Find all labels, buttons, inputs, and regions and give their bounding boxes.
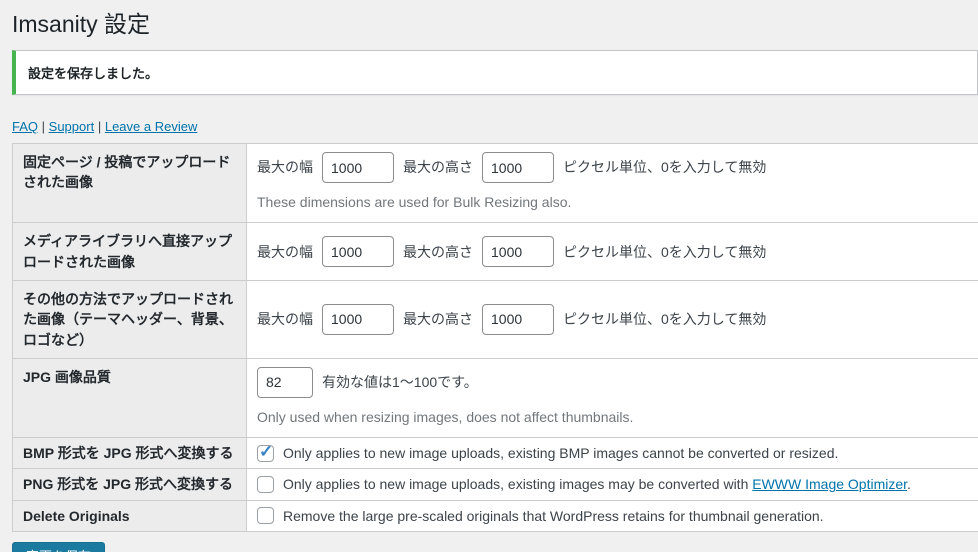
table-row-delete-originals: Delete Originals Remove the large pre-sc… — [13, 500, 978, 531]
row-description: These dimensions are used for Bulk Resiz… — [257, 192, 968, 212]
setting-label-jpg-quality: JPG 画像品質 — [13, 358, 247, 437]
max-width-label: 最大の幅 — [257, 157, 313, 177]
delete-originals-text: Remove the large pre-scaled originals th… — [283, 506, 824, 526]
max-height-label: 最大の高さ — [403, 242, 473, 262]
library-max-width-input[interactable] — [322, 236, 394, 267]
dimension-controls: 最大の幅 最大の高さ ピクセル単位、0を入力して無効 — [257, 152, 968, 183]
setting-label-page-post-uploads: 固定ページ / 投稿でアップロードされた画像 — [13, 144, 247, 223]
max-width-label: 最大の幅 — [257, 242, 313, 262]
bmp-to-jpg-option: Only applies to new image uploads, exist… — [257, 443, 968, 463]
jpg-quality-input[interactable] — [257, 367, 313, 398]
table-row-page-post-uploads: 固定ページ / 投稿でアップロードされた画像 最大の幅 最大の高さ ピクセル単位… — [13, 144, 978, 223]
png-to-jpg-checkbox[interactable] — [257, 476, 274, 493]
link-separator: | — [42, 119, 45, 134]
setting-label-other-uploads: その他の方法でアップロードされた画像（テーマヘッダー、背景、ロゴなど） — [13, 280, 247, 358]
png-text-before-link: Only applies to new image uploads, exist… — [283, 476, 752, 492]
bmp-to-jpg-text: Only applies to new image uploads, exist… — [283, 443, 838, 463]
table-row-other-uploads: その他の方法でアップロードされた画像（テーマヘッダー、背景、ロゴなど） 最大の幅… — [13, 280, 978, 358]
library-max-height-input[interactable] — [482, 236, 554, 267]
save-changes-button[interactable]: 変更を保存 — [12, 542, 105, 552]
row-description: Only used when resizing images, does not… — [257, 407, 968, 427]
setting-label-delete-originals: Delete Originals — [13, 500, 247, 531]
png-text-after-link: . — [907, 476, 911, 492]
page-post-max-width-input[interactable] — [322, 152, 394, 183]
settings-page: Imsanity 設定 設定を保存しました。 FAQ | Support | L… — [0, 0, 978, 552]
max-height-label: 最大の高さ — [403, 309, 473, 329]
setting-label-media-library-uploads: メディアライブラリへ直接アップロードされた画像 — [13, 223, 247, 281]
success-notice-message: 設定を保存しました。 — [28, 61, 965, 84]
quality-controls: 有効な値は1〜100です。 — [257, 367, 968, 398]
max-width-label: 最大の幅 — [257, 309, 313, 329]
delete-originals-checkbox[interactable] — [257, 507, 274, 524]
other-max-height-input[interactable] — [482, 304, 554, 335]
dimension-controls: 最大の幅 最大の高さ ピクセル単位、0を入力して無効 — [257, 236, 968, 267]
table-row-media-library-uploads: メディアライブラリへ直接アップロードされた画像 最大の幅 最大の高さ ピクセル単… — [13, 223, 978, 281]
support-link[interactable]: Support — [49, 119, 95, 134]
quality-hint-label: 有効な値は1〜100です。 — [322, 372, 478, 392]
page-post-max-height-input[interactable] — [482, 152, 554, 183]
imsanity-settings-table: 固定ページ / 投稿でアップロードされた画像 最大の幅 最大の高さ ピクセル単位… — [12, 143, 978, 532]
setting-label-bmp-to-jpg: BMP 形式を JPG 形式へ変換する — [13, 438, 247, 469]
success-notice: 設定を保存しました。 — [12, 50, 978, 95]
faq-link[interactable]: FAQ — [12, 119, 38, 134]
ewww-optimizer-link[interactable]: EWWW Image Optimizer — [752, 476, 907, 492]
png-to-jpg-option: Only applies to new image uploads, exist… — [257, 474, 968, 494]
max-height-label: 最大の高さ — [403, 157, 473, 177]
pixel-hint-label: ピクセル単位、0を入力して無効 — [563, 309, 766, 329]
page-title: Imsanity 設定 — [12, 0, 978, 46]
delete-originals-option: Remove the large pre-scaled originals th… — [257, 506, 968, 526]
other-max-width-input[interactable] — [322, 304, 394, 335]
link-separator: | — [98, 119, 101, 134]
dimension-controls: 最大の幅 最大の高さ ピクセル単位、0を入力して無効 — [257, 304, 968, 335]
png-to-jpg-text: Only applies to new image uploads, exist… — [283, 474, 911, 494]
table-row-png-to-jpg: PNG 形式を JPG 形式へ変換する Only applies to new … — [13, 469, 978, 500]
bmp-to-jpg-checkbox[interactable] — [257, 445, 274, 462]
pixel-hint-label: ピクセル単位、0を入力して無効 — [563, 242, 766, 262]
pixel-hint-label: ピクセル単位、0を入力して無効 — [563, 157, 766, 177]
table-row-bmp-to-jpg: BMP 形式を JPG 形式へ変換する Only applies to new … — [13, 438, 978, 469]
plugin-links: FAQ | Support | Leave a Review — [12, 119, 978, 134]
setting-label-png-to-jpg: PNG 形式を JPG 形式へ変換する — [13, 469, 247, 500]
review-link[interactable]: Leave a Review — [105, 119, 198, 134]
table-row-jpg-quality: JPG 画像品質 有効な値は1〜100です。 Only used when re… — [13, 358, 978, 437]
